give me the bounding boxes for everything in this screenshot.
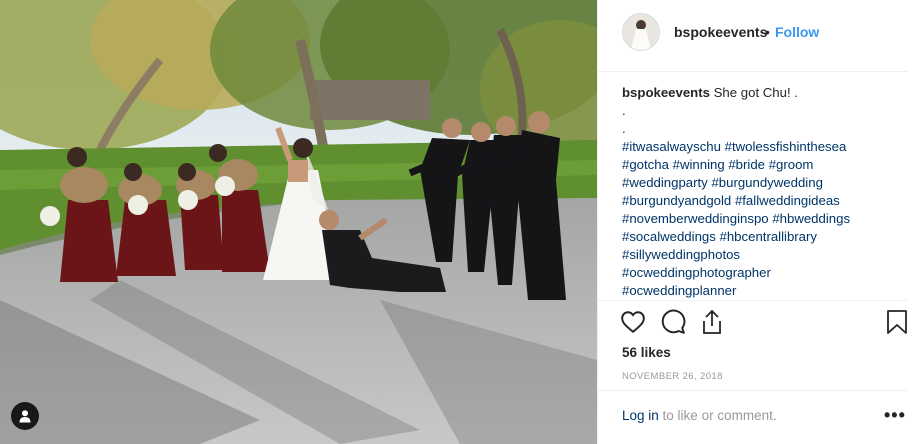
user-tag-icon[interactable] bbox=[11, 402, 39, 430]
caption-first-line: bspokeevents She got Chu! . bbox=[622, 84, 902, 102]
hashtag-line: #ocweddingphotographer bbox=[622, 264, 902, 282]
hashtag-line: #novemberweddinginspo #hbweddings bbox=[622, 210, 902, 228]
caption-text: She got Chu! . bbox=[713, 85, 798, 100]
post-date[interactable]: NOVEMBER 26, 2018 bbox=[622, 371, 723, 382]
post-header: bspokeevents • Follow bbox=[598, 0, 908, 72]
more-options-icon[interactable]: ••• bbox=[884, 405, 906, 426]
separator-dot: • bbox=[765, 24, 770, 40]
hashtag-link[interactable]: #hbweddings bbox=[772, 211, 850, 226]
caption: bspokeevents She got Chu! . . . #itwasal… bbox=[622, 84, 902, 300]
share-icon[interactable] bbox=[700, 309, 724, 340]
caption-dot: . bbox=[622, 103, 626, 118]
hashtag-link[interactable]: #gotcha bbox=[622, 157, 669, 172]
post-photo[interactable] bbox=[0, 0, 597, 444]
wedding-party-photo bbox=[0, 0, 597, 444]
hashtag-line: #gotcha #winning #bride #groom bbox=[622, 156, 902, 174]
username-link[interactable]: bspokeevents bbox=[674, 24, 767, 40]
hashtag-link[interactable]: #weddingparty bbox=[622, 175, 708, 190]
hashtag-line: #burgundyandgold #fallweddingideas bbox=[622, 192, 902, 210]
hashtag-link[interactable]: #twolessfishinthesea bbox=[725, 139, 847, 154]
hashtag-link[interactable]: #novemberweddinginspo bbox=[622, 211, 769, 226]
caption-username[interactable]: bspokeevents bbox=[622, 85, 710, 100]
hashtag-line: #socalweddings #hbcentrallibrary bbox=[622, 228, 902, 246]
action-bar bbox=[620, 309, 915, 339]
hashtag-link[interactable]: #bride bbox=[728, 157, 765, 172]
post-sidebar: bspokeevents • Follow bspokeevents She g… bbox=[597, 0, 915, 444]
hashtag-line: #sillyweddingphotos bbox=[622, 246, 902, 264]
hashtag-link[interactable]: #ocweddingplanner bbox=[622, 283, 736, 298]
hashtag-link[interactable]: #sillyweddingphotos bbox=[622, 247, 740, 262]
follow-button[interactable]: Follow bbox=[775, 24, 819, 40]
hashtag-link[interactable]: #burgundywedding bbox=[711, 175, 822, 190]
bookmark-icon[interactable] bbox=[886, 309, 908, 340]
hashtag-link[interactable]: #itwasalwayschu bbox=[622, 139, 721, 154]
hashtag-link[interactable]: #burgundyandgold bbox=[622, 193, 731, 208]
login-link[interactable]: Log in bbox=[622, 408, 659, 423]
hashtag-list: #itwasalwayschu #twolessfishinthesea #got… bbox=[622, 138, 902, 300]
avatar[interactable] bbox=[622, 13, 660, 51]
hashtag-line: #ocweddingplanner bbox=[622, 282, 902, 300]
hashtag-line: #weddingparty #burgundywedding bbox=[622, 174, 902, 192]
divider bbox=[598, 390, 908, 391]
speech-bubble-icon[interactable] bbox=[660, 309, 686, 340]
hashtag-link[interactable]: #groom bbox=[769, 157, 814, 172]
hashtag-link[interactable]: #winning bbox=[673, 157, 725, 172]
likes-count[interactable]: 56 likes bbox=[622, 345, 671, 360]
hashtag-line: #itwasalwayschu #twolessfishinthesea bbox=[622, 138, 902, 156]
caption-dot: . bbox=[622, 121, 626, 136]
login-prompt-text: to like or comment. bbox=[658, 408, 777, 423]
login-prompt: Log in to like or comment. bbox=[622, 408, 777, 423]
hashtag-link[interactable]: #socalweddings bbox=[622, 229, 716, 244]
hashtag-link[interactable]: #hbcentrallibrary bbox=[720, 229, 818, 244]
heart-icon[interactable] bbox=[620, 309, 646, 340]
hashtag-link[interactable]: #fallweddingideas bbox=[735, 193, 840, 208]
hashtag-link[interactable]: #ocweddingphotographer bbox=[622, 265, 771, 280]
divider bbox=[598, 300, 908, 301]
